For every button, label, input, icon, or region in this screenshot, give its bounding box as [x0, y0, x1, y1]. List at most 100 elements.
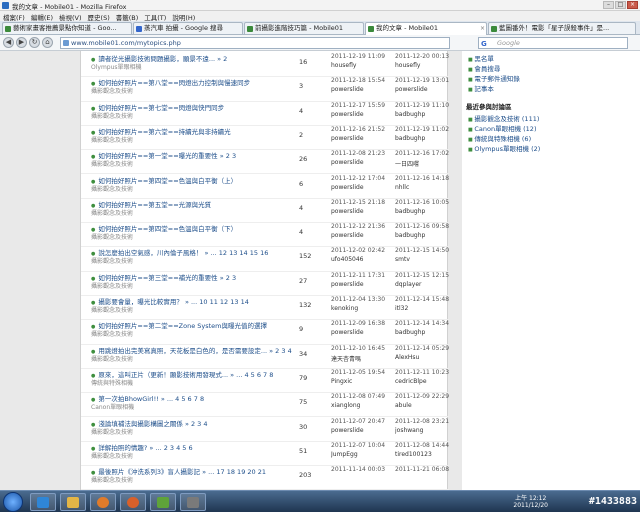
topic-forum-link[interactable]: 攝影觀念及技術 — [91, 281, 301, 290]
post-author-link[interactable]: powerslide — [331, 159, 395, 166]
last-reply-author-link[interactable]: badbughp — [395, 208, 465, 215]
taskbar-ie-button[interactable] — [30, 493, 56, 511]
post-author-link[interactable]: Pingxic — [331, 378, 395, 385]
post-author-link[interactable]: housefly — [331, 62, 395, 69]
topic-forum-link[interactable]: 攝影觀念及技術 — [91, 135, 301, 144]
taskbar-app-button[interactable] — [180, 493, 206, 511]
sidebar-link-member-search[interactable]: 會員搜尋 — [468, 63, 500, 73]
tab-5[interactable]: 藍圖番外！電影「星子誤殺事件」是... — [488, 22, 636, 34]
back-icon[interactable]: ◀ — [3, 37, 14, 48]
reply-count: 132 — [299, 301, 312, 309]
sidebar-link-notes[interactable]: 記事本 — [468, 83, 494, 93]
start-button[interactable] — [3, 492, 23, 512]
sidebar-link-blacklist[interactable]: 黑名單 — [468, 53, 494, 63]
tab-2[interactable]: 蒸汽車 拍攝 - Google 搜尋 — [133, 22, 243, 34]
post-author-link[interactable]: powerslide — [331, 281, 395, 288]
sidebar-link-email[interactable]: 電子郵件通知錄 — [468, 73, 520, 83]
last-reply-author-link[interactable]: housefly — [395, 62, 465, 69]
windows-taskbar: 上午 12:12 2011/12/20 #1433883 — [0, 490, 640, 512]
topic-row: 攝影要會量，曝光比較實用？ » ... 10 11 12 13 14攝影觀念及技… — [81, 296, 449, 321]
recent-forum-item[interactable]: Canon單眼相機 (12) — [468, 123, 536, 133]
taskbar-media-button[interactable] — [90, 493, 116, 511]
search-input[interactable]: G Google — [478, 37, 628, 49]
last-reply-date: 2011-12-19 11:10 — [395, 101, 450, 109]
last-reply-author-link[interactable]: badbughp — [395, 232, 465, 239]
last-reply-author-link[interactable]: tired100123 — [395, 451, 465, 458]
post-author-link[interactable]: powerslide — [331, 184, 395, 191]
post-author-link[interactable]: 達天杏青嗎 — [331, 354, 395, 363]
reply-count: 79 — [299, 373, 308, 382]
maximize-icon[interactable]: □ — [615, 1, 626, 9]
post-author-link[interactable]: powerslide — [331, 86, 395, 93]
last-reply-author-link[interactable]: AlexHsu — [395, 354, 465, 361]
recent-forum-item[interactable]: Olympus單眼相機 (2) — [468, 143, 540, 153]
topic-forum-link[interactable]: 傳統與特殊相機 — [91, 378, 301, 387]
post-author-link[interactable]: powerslide — [331, 111, 395, 118]
last-reply-author-link[interactable]: abule — [395, 402, 465, 409]
post-author-link[interactable]: ufo405046 — [331, 256, 395, 263]
topic-forum-link[interactable]: 攝影觀念及技術 — [91, 354, 301, 363]
last-reply-date: 2011-12-16 14:18 — [395, 174, 450, 182]
firefox-icon — [127, 497, 139, 508]
topic-forum-link[interactable]: 攝影觀念及技術 — [91, 208, 301, 217]
recent-forum-item[interactable]: 傳統與特殊相機 (6) — [468, 133, 531, 143]
last-reply-date: 2011-12-14 14:34 — [395, 320, 450, 328]
topic-forum-link[interactable]: 攝影觀念及技術 — [91, 159, 301, 168]
topic-forum-link[interactable]: 攝影觀念及技術 — [91, 256, 301, 265]
minimize-icon[interactable]: – — [603, 1, 614, 9]
reply-count: 27 — [299, 276, 308, 285]
last-reply-date: 2011-12-14 15:48 — [395, 296, 450, 303]
topic-forum-link[interactable]: 攝影觀念及技術 — [91, 305, 301, 314]
reload-icon[interactable]: ↻ — [29, 37, 40, 48]
last-reply-author-link[interactable]: badbughp — [395, 111, 465, 118]
last-reply-author-link[interactable]: itl32 — [395, 305, 465, 312]
post-author-link[interactable]: kenoking — [331, 305, 395, 312]
taskbar-firefox-button[interactable] — [120, 493, 146, 511]
post-author-link[interactable]: powerslide — [331, 329, 395, 336]
last-reply-author-link[interactable]: joshwang — [395, 427, 465, 434]
topic-forum-link[interactable]: 攝影觀念及技術 — [91, 86, 301, 95]
post-author-link[interactable]: powerslide — [331, 208, 395, 215]
topic-forum-link[interactable]: 攝影觀念及技術 — [91, 329, 301, 338]
close-icon[interactable]: × — [627, 1, 638, 9]
home-icon[interactable]: ⌂ — [42, 37, 53, 48]
system-clock[interactable]: 上午 12:12 2011/12/20 — [513, 495, 548, 509]
post-author-link[interactable]: powerslide — [331, 232, 395, 239]
topic-forum-link[interactable]: 攝影觀念及技術 — [91, 427, 301, 436]
tab-1[interactable]: 藝術家畫客推薦景點你知道 - Goo... — [2, 22, 132, 34]
topic-forum-link[interactable]: 攝影觀念及技術 — [91, 451, 301, 460]
taskbar-explorer-button[interactable] — [60, 493, 86, 511]
post-author-link[interactable]: powerslide — [331, 427, 395, 434]
topic-forum-link[interactable]: 攝影觀念及技術 — [91, 232, 301, 241]
forward-icon[interactable]: ▶ — [16, 37, 27, 48]
last-reply-author-link[interactable]: badbughp — [395, 329, 465, 336]
last-reply-author-link[interactable]: dqplayer — [395, 281, 465, 288]
post-author-link[interactable]: JumpEgg — [331, 451, 395, 458]
post-author-link[interactable]: xianglong — [331, 402, 395, 409]
topic-forum-link[interactable]: Canon單眼相機 — [91, 402, 301, 411]
reply-count: 16 — [299, 58, 308, 66]
last-reply-author-link[interactable]: cedricBlpe — [395, 378, 465, 385]
url-text: www.mobile01.com/mytopics.php — [71, 39, 181, 47]
last-reply-author-link[interactable]: 一日四嚐 — [395, 159, 465, 168]
topic-forum-link[interactable]: 攝影觀念及技術 — [91, 475, 301, 484]
tab-3[interactable]: 前攝影進階技巧篇 - Mobile01 — [244, 22, 364, 34]
last-reply-author-link[interactable]: powerslide — [395, 86, 465, 93]
topic-forum-link[interactable]: Olympus單眼相機 — [91, 62, 301, 71]
recent-forum-item[interactable]: 攝影觀念及技術 (111) — [468, 113, 539, 123]
topic-row: 淺論填補法與攝影構圖之關係 » 2 3 4攝影觀念及技術302011-12-07… — [81, 418, 449, 442]
last-reply-author-link[interactable]: nhllc — [395, 184, 465, 191]
topic-forum-link[interactable]: 攝影觀念及技術 — [91, 111, 301, 120]
post-author-link[interactable]: powerslide — [331, 135, 395, 142]
post-date: 2011-12-16 21:52 — [331, 125, 386, 133]
reply-count: 203 — [299, 471, 312, 480]
last-reply-author-link[interactable]: smtv — [395, 256, 465, 263]
tab-4-active[interactable]: 我的文章 - Mobile01 × — [365, 22, 487, 35]
tab-close-icon[interactable]: × — [480, 23, 485, 34]
last-reply-author-link[interactable]: badbughp — [395, 135, 465, 142]
topic-forum-link[interactable]: 攝影觀念及技術 — [91, 184, 301, 193]
tab-favicon — [368, 26, 374, 32]
taskbar-app-button[interactable] — [150, 493, 176, 511]
reply-count: 75 — [299, 398, 308, 407]
address-bar[interactable]: www.mobile01.com/mytopics.php — [60, 37, 450, 49]
